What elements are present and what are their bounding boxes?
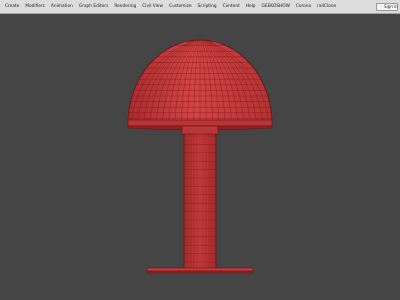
menu-create[interactable]: Create xyxy=(2,0,22,14)
menu-modifiers[interactable]: Modifiers xyxy=(22,0,48,14)
viewport-perspective[interactable] xyxy=(0,14,400,300)
menu-graph-editors[interactable]: Graph Editors xyxy=(76,0,112,14)
menu-bar: Create Modifiers Animation Graph Editors… xyxy=(0,0,400,20)
menu-content[interactable]: Content xyxy=(220,0,243,14)
menu-civil-view[interactable]: Civil View xyxy=(139,0,166,14)
menu-scripting[interactable]: Scripting xyxy=(195,0,220,14)
menu-geekoshow[interactable]: GEEKOSHOW xyxy=(259,0,293,14)
menu-railclone[interactable]: railClone xyxy=(314,0,339,14)
sign-in-button[interactable]: Sign in xyxy=(376,3,398,20)
menu-help[interactable]: Help xyxy=(243,0,259,14)
lamp-shade-mesh[interactable] xyxy=(120,39,280,131)
menu-animation[interactable]: Animation xyxy=(48,0,76,14)
menu-rendering[interactable]: Rendering xyxy=(111,0,139,14)
lamp-base-mesh[interactable] xyxy=(146,267,254,274)
app-window: Create Modifiers Animation Graph Editors… xyxy=(0,0,400,300)
menu-corona[interactable]: Corona xyxy=(293,0,314,14)
menu-customize[interactable]: Customize xyxy=(166,0,195,14)
viewport-canvas xyxy=(120,39,280,274)
sign-in-label: Sign in xyxy=(384,4,398,9)
menu-items: Create Modifiers Animation Graph Editors… xyxy=(0,0,339,14)
lamp-stem-mesh[interactable] xyxy=(181,125,219,271)
